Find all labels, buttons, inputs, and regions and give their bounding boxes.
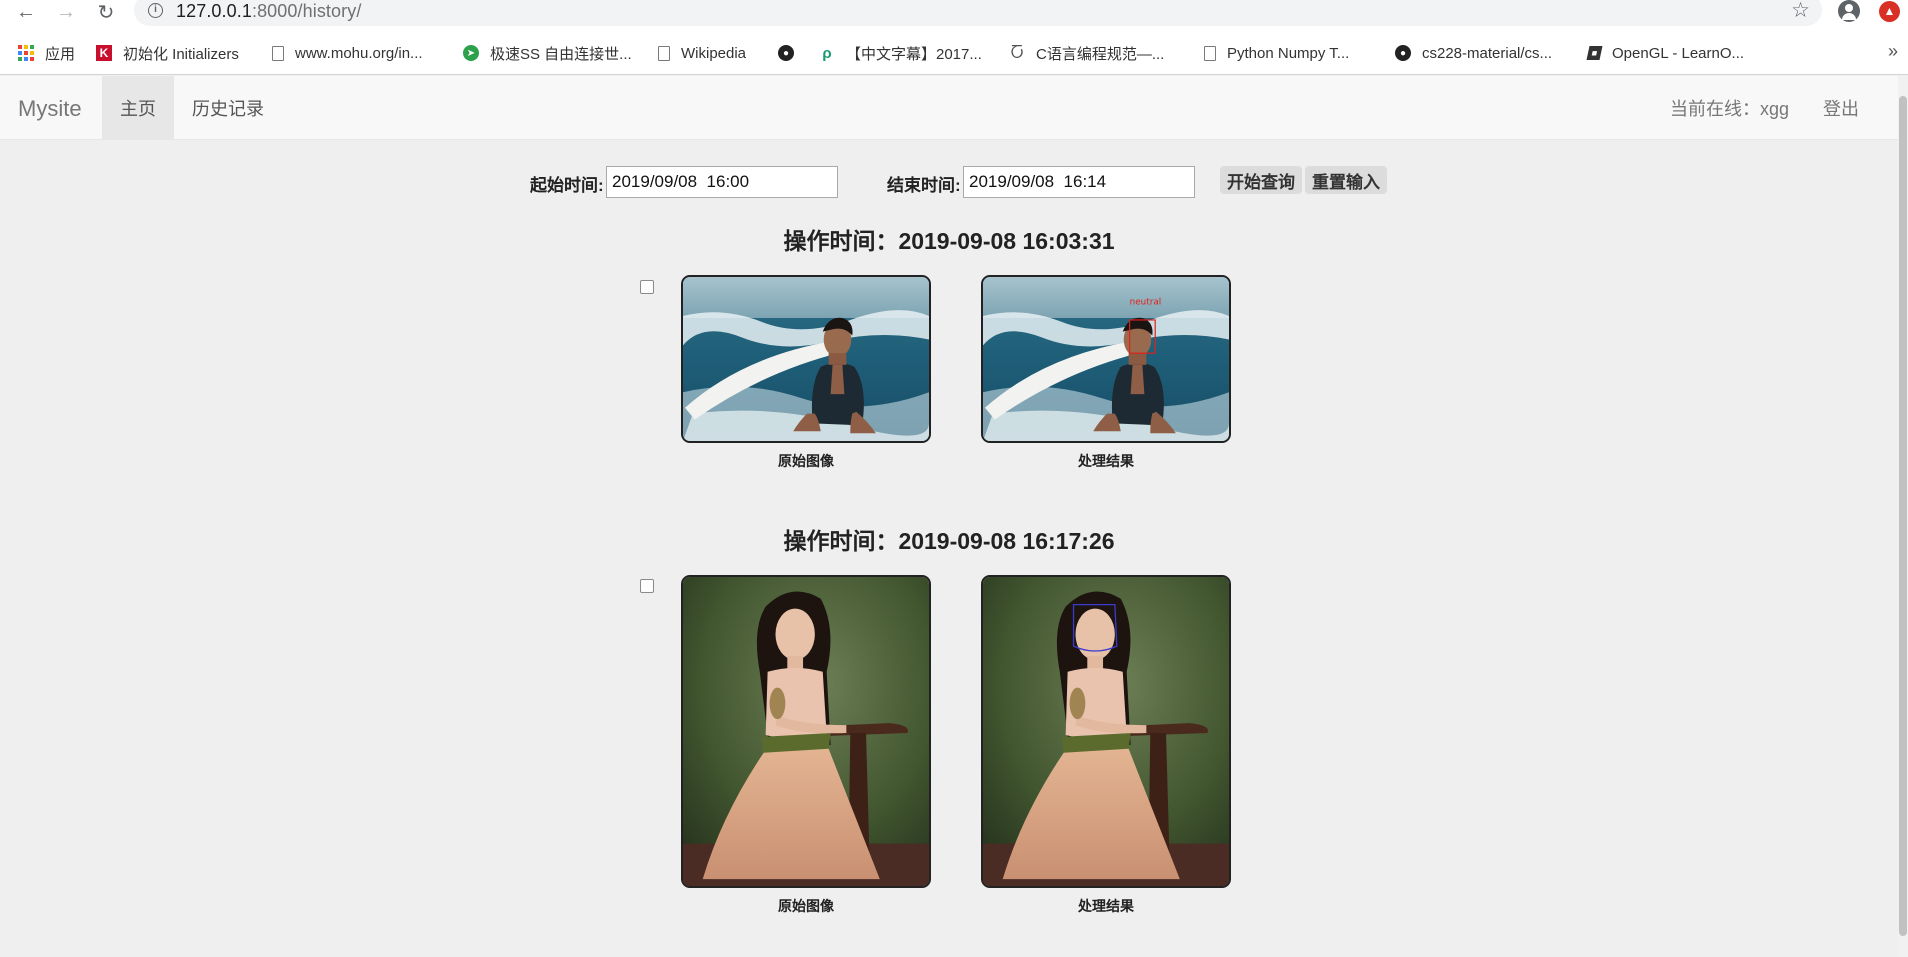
bilibili-icon: ρ [822, 44, 832, 62]
record-2-result-caption: 处理结果 [1078, 898, 1134, 914]
start-query-button[interactable]: 开始查询 [1220, 166, 1302, 194]
record-1-original-image[interactable] [681, 275, 931, 443]
surfer-photo-annotated: neutral [983, 277, 1229, 441]
bookmark-cs228[interactable]: ● cs228-material/cs... [1395, 41, 1552, 65]
bookmark-apps[interactable]: 应用 [18, 41, 75, 65]
record-1-original-caption: 原始图像 [778, 453, 834, 469]
bookmark-numpy[interactable]: Python Numpy T... [1202, 41, 1349, 65]
reset-input-button[interactable]: 重置输入 [1305, 166, 1387, 194]
surfer-photo [683, 277, 929, 441]
bookmarks-overflow-icon[interactable]: » [1888, 41, 1898, 62]
end-time-label: 结束时间: [887, 176, 961, 195]
address-url[interactable]: 127.0.0.1:8000/history/ [176, 1, 361, 22]
bookmark-mohu[interactable]: www.mohu.org/in... [270, 41, 423, 65]
bookmark-wikipedia[interactable]: Wikipedia [656, 41, 746, 65]
nav-history[interactable]: 历史记录 [174, 76, 282, 140]
extension-icon[interactable]: ▲ [1879, 1, 1900, 22]
bookmark-c-style[interactable]: Ⴀ C语言编程规范—... [1009, 41, 1164, 65]
record-1-result-caption: 处理结果 [1078, 453, 1134, 469]
emotion-label: neutral [1130, 297, 1162, 307]
record-2-result-image[interactable] [981, 575, 1231, 888]
bookmark-bilibili[interactable]: ρ 【中文字幕】2017... [819, 41, 982, 65]
site-brand[interactable]: Mysite [18, 96, 82, 122]
start-time-label: 起始时间: [530, 176, 604, 195]
c-logo-icon: Ⴀ [1010, 45, 1024, 62]
site-navbar: Mysite 主页 历史记录 当前在线：xgg 登出 [0, 76, 1898, 140]
profile-avatar-icon[interactable] [1838, 0, 1860, 22]
back-arrow-icon[interactable]: ← [14, 0, 38, 24]
bookmarks-bar: 应用 K 初始化 Initializers www.mohu.org/in...… [0, 39, 1908, 67]
portrait-photo [683, 577, 929, 886]
github-icon: ● [1395, 45, 1411, 61]
record-2-title: 操作时间：2019-09-08 16:17:26 [783, 528, 1115, 554]
record-1-result-image[interactable]: neutral [981, 275, 1231, 443]
address-bar[interactable]: i 127.0.0.1:8000/history/ ☆ [134, 0, 1822, 26]
k-logo-icon: K [96, 45, 112, 61]
bookmark-initializers[interactable]: K 初始化 Initializers [96, 41, 239, 65]
logout-link[interactable]: 登出 [1823, 76, 1859, 140]
portrait-photo-annotated [983, 577, 1229, 886]
scrollbar-thumb[interactable] [1899, 96, 1907, 936]
record-2-checkbox[interactable] [640, 579, 654, 593]
book-icon: ■ [1586, 46, 1603, 60]
bookmark-star-icon[interactable]: ☆ [1791, 0, 1810, 23]
site-info-icon[interactable]: i [148, 3, 163, 18]
record-1-title: 操作时间：2019-09-08 16:03:31 [783, 228, 1115, 254]
page-icon [1204, 45, 1216, 61]
bookmark-opengl[interactable]: ■ OpenGL - LearnO... [1586, 41, 1744, 65]
record-2-original-image[interactable] [681, 575, 931, 888]
page-icon [272, 45, 284, 61]
nav-home[interactable]: 主页 [102, 76, 174, 140]
github-icon: ● [778, 45, 794, 61]
record-1-checkbox[interactable] [640, 280, 654, 294]
end-time-input[interactable] [963, 166, 1195, 198]
address-bar-row: ← → ↻ i 127.0.0.1:8000/history/ ☆ ▲ [0, 0, 1908, 26]
bookmark-github[interactable]: ● [778, 41, 805, 65]
online-user: 当前在线：xgg [1670, 99, 1790, 119]
forward-arrow-icon[interactable]: → [54, 0, 78, 24]
record-2-original-caption: 原始图像 [778, 898, 834, 914]
page-icon [658, 45, 670, 61]
apps-grid-icon [18, 45, 34, 61]
start-time-input[interactable] [606, 166, 838, 198]
page-scrollbar[interactable] [1898, 76, 1908, 957]
paper-plane-icon: ➤ [463, 45, 479, 61]
reload-icon[interactable]: ↻ [94, 0, 118, 24]
browser-chrome: ← → ↻ i 127.0.0.1:8000/history/ ☆ ▲ 应用 K… [0, 0, 1908, 75]
bookmark-jisu-ss[interactable]: ➤ 极速SS 自由连接世... [463, 41, 632, 65]
